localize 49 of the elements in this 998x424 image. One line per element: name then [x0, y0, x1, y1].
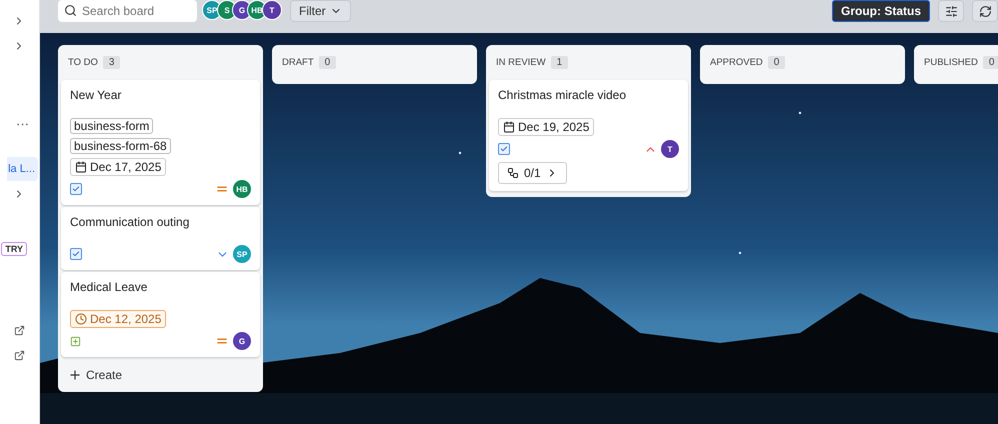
task-card[interactable]: Medical Leave Dec 12, 2025 G — [61, 272, 260, 357]
label-tag: business-form — [70, 118, 154, 134]
column-title: IN REVIEW — [496, 57, 546, 68]
create-button[interactable]: Create — [61, 359, 130, 388]
due-date: Dec 19, 2025 — [498, 118, 594, 136]
search-field[interactable]: Search board — [58, 0, 197, 22]
calendar-icon — [503, 121, 515, 133]
task-card[interactable]: New Year business-form business-form-68 Dec 17, 2025 HB — [61, 80, 260, 205]
card-title: New Year — [70, 88, 122, 102]
label-tag: business-form-68 — [70, 138, 171, 154]
avatar[interactable]: T — [262, 0, 282, 20]
assignee-avatar: SP — [233, 245, 251, 263]
card-title: Medical Leave — [70, 280, 148, 294]
calendar-icon — [75, 161, 87, 173]
group-button[interactable]: Group: Status — [832, 0, 930, 22]
refresh-icon — [978, 4, 992, 18]
more-menu[interactable]: ··· — [16, 116, 29, 131]
task-card[interactable]: Christmas miracle video Dec 19, 2025 T 0/1 — [489, 80, 688, 191]
card-title: Christmas miracle video — [498, 88, 626, 102]
task-card[interactable]: Communication outing SP — [61, 207, 260, 270]
assignee-avatar: T — [661, 140, 679, 158]
column-title: APPROVED — [710, 57, 763, 68]
plus-icon — [68, 368, 82, 382]
card-count: 3 — [102, 56, 120, 69]
external-link-icon[interactable] — [14, 350, 25, 361]
avatar[interactable]: SP — [202, 0, 222, 20]
refresh-button[interactable] — [972, 0, 998, 22]
card-title: Communication outing — [70, 215, 190, 229]
clock-icon — [75, 313, 87, 325]
card-count: 0 — [318, 56, 336, 69]
card-count: 1 — [550, 56, 568, 69]
column-title: DRAFT — [282, 57, 314, 68]
card-count: 0 — [982, 56, 998, 69]
due-date: Dec 17, 2025 — [70, 158, 166, 176]
search-icon — [64, 4, 77, 17]
subtasks-button[interactable]: 0/1 — [498, 162, 567, 184]
filter-button[interactable]: Filter — [290, 0, 351, 22]
column-title: PUBLISHED — [924, 57, 978, 68]
assignee-avatar: HB — [233, 180, 251, 198]
sliders-icon — [944, 4, 958, 18]
due-date: Dec 12, 2025 — [70, 310, 166, 328]
external-link-icon[interactable] — [14, 325, 25, 336]
settings-button[interactable] — [938, 0, 964, 22]
column-title: TO DO — [68, 57, 98, 68]
subtasks-icon — [507, 167, 519, 179]
assignee-avatar: G — [233, 332, 251, 350]
try-badge: TRY — [1, 242, 27, 256]
card-count: 0 — [768, 56, 786, 69]
sidebar-item[interactable]: la L... — [7, 157, 38, 181]
